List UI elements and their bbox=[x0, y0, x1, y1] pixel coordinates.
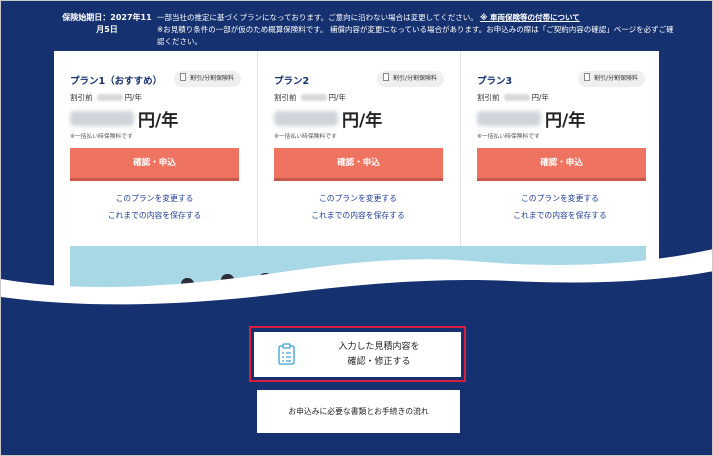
highlight-box bbox=[249, 326, 466, 382]
change-plan-link[interactable]: このプランを変更する bbox=[54, 193, 255, 204]
header-band: 保険始期日：2027年11月5日 一部当社の推定に基づくプランになっております。… bbox=[1, 1, 712, 51]
policy-start-date: 保険始期日：2027年11月5日 bbox=[62, 13, 152, 34]
wave-divider bbox=[1, 249, 712, 321]
annual-price: 円/年 bbox=[70, 106, 178, 131]
before-discount-price: 割引前 円/年 bbox=[274, 93, 347, 102]
confirm-apply-button[interactable]: 確認・申込 bbox=[70, 148, 239, 181]
confirm-apply-button[interactable]: 確認・申込 bbox=[274, 148, 443, 181]
annual-price: 円/年 bbox=[274, 106, 382, 131]
masked-price bbox=[274, 111, 338, 126]
note-line-1: 一部当社の推定に基づくプランになっております。ご意向に沿わない場合は変更してくだ… bbox=[157, 13, 478, 22]
document-icon bbox=[179, 73, 186, 81]
plan-card-1: プラン1（おすすめ） 割引/分割保険料 割引前 円/年 円/年 ※一括払い時保険料… bbox=[54, 51, 255, 246]
plan-card-3: プラン3 割引/分割保険料 割引前 円/年 円/年 ※一括払い時保険料です 確認・… bbox=[460, 51, 659, 246]
required-documents-button[interactable]: お申込みに必要な書類とお手続きの流れ bbox=[257, 390, 460, 433]
before-discount-price: 割引前 円/年 bbox=[477, 93, 550, 102]
save-progress-link[interactable]: これまでの内容を保存する bbox=[54, 210, 255, 221]
document-icon bbox=[583, 73, 590, 81]
masked-before-price bbox=[300, 94, 327, 101]
plan-name: プラン2 bbox=[274, 76, 310, 87]
header-notes: 一部当社の推定に基づくプランになっております。ご意向に沿わない場合は変更してくだ… bbox=[157, 12, 677, 48]
plan-card-2: プラン2 割引/分割保険料 割引前 円/年 円/年 ※一括払い時保険料です 確認・… bbox=[257, 51, 458, 246]
save-progress-link[interactable]: これまでの内容を保存する bbox=[461, 210, 659, 221]
before-discount-price: 割引前 円/年 bbox=[70, 93, 143, 102]
discount-premium-badge[interactable]: 割引/分割保険料 bbox=[173, 71, 241, 87]
confirm-apply-button[interactable]: 確認・申込 bbox=[477, 148, 646, 181]
vehicle-insurance-link[interactable]: ※ 車両保険等の付帯について bbox=[480, 13, 580, 22]
plan-name: プラン1（おすすめ） bbox=[70, 76, 163, 87]
change-plan-link[interactable]: このプランを変更する bbox=[258, 193, 458, 204]
masked-price bbox=[70, 111, 134, 126]
document-icon bbox=[382, 73, 389, 81]
masked-price bbox=[477, 111, 541, 126]
discount-premium-badge[interactable]: 割引/分割保険料 bbox=[577, 71, 645, 87]
masked-before-price bbox=[96, 94, 123, 101]
lump-sum-note: ※一括払い時保険料です bbox=[477, 134, 540, 140]
save-progress-link[interactable]: これまでの内容を保存する bbox=[258, 210, 458, 221]
note-line-2: ※お見積り条件の一部が仮のため概算保険料です。 補償内容が変更になっている場合が… bbox=[157, 25, 674, 46]
plan-name: プラン3 bbox=[477, 76, 513, 87]
annual-price: 円/年 bbox=[477, 106, 585, 131]
lump-sum-note: ※一括払い時保険料です bbox=[274, 134, 337, 140]
page-frame: 保険始期日：2027年11月5日 一部当社の推定に基づくプランになっております。… bbox=[0, 0, 713, 456]
change-plan-link[interactable]: このプランを変更する bbox=[461, 193, 659, 204]
lump-sum-note: ※一括払い時保険料です bbox=[70, 134, 133, 140]
masked-before-price bbox=[503, 94, 530, 101]
discount-premium-badge[interactable]: 割引/分割保険料 bbox=[376, 71, 444, 87]
